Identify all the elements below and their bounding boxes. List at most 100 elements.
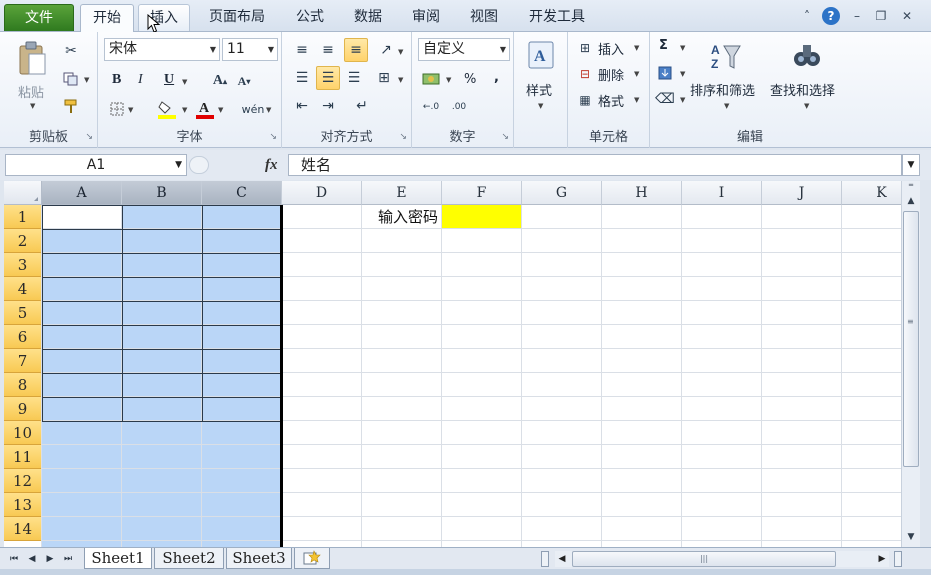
styles-icon[interactable]: A (526, 38, 556, 72)
alignment-launcher-icon[interactable]: ↘ (399, 132, 407, 142)
bordered-cell[interactable] (42, 349, 123, 374)
bordered-cell[interactable] (122, 205, 203, 230)
column-header-e[interactable]: E (362, 181, 442, 205)
bordered-cell[interactable] (122, 277, 203, 302)
insert-cells-icon[interactable]: ⊞ (576, 40, 594, 56)
scroll-down-icon[interactable]: ▼ (903, 529, 919, 545)
column-header-d[interactable]: D (282, 181, 362, 205)
paste-button[interactable]: 粘贴 (18, 82, 44, 101)
worksheet-grid[interactable]: ABCDEFGHIJK 1 2 3 4 5 6 7 8 9 10 11 12 13 14 输入密码 (4, 181, 901, 547)
sheet-tab-3[interactable]: Sheet3 (226, 548, 292, 569)
column-header-h[interactable]: H (602, 181, 682, 205)
row-header-9[interactable]: 9 (4, 397, 42, 421)
align-middle-icon[interactable]: ≡ (318, 40, 338, 60)
merge-center-dropdown-icon[interactable]: ▼ (398, 76, 403, 84)
format-cells-button[interactable]: 格式 (598, 91, 624, 110)
sort-filter-dropdown-icon[interactable]: ▼ (724, 102, 729, 110)
tab-insert[interactable]: 插入 (138, 4, 190, 31)
fill-color-icon[interactable] (156, 98, 178, 120)
row-header-13[interactable]: 13 (4, 493, 42, 517)
bordered-cell[interactable] (42, 253, 123, 278)
tab-home[interactable]: 开始 (80, 4, 134, 33)
tab-page-layout[interactable]: 页面布局 (198, 4, 276, 31)
horizontal-scrollbar[interactable]: ◀ ||| ▶ (555, 551, 889, 567)
currency-dropdown-icon[interactable]: ▼ (446, 76, 451, 84)
scroll-right-icon[interactable]: ▶ (875, 551, 889, 567)
number-launcher-icon[interactable]: ↘ (501, 132, 509, 142)
window-minimize-icon[interactable]: – (848, 7, 866, 25)
bordered-cell[interactable] (42, 205, 123, 230)
insert-cells-button[interactable]: 插入 (598, 39, 624, 58)
font-size-combo[interactable]: 11 ▼ (222, 38, 278, 61)
bordered-cell[interactable] (202, 397, 283, 422)
sort-filter-button[interactable]: 排序和筛选 (690, 80, 755, 99)
cut-icon[interactable]: ✂ (62, 42, 80, 60)
font-color-icon[interactable]: A (194, 98, 216, 120)
row-header-1[interactable]: 1 (4, 205, 42, 229)
bordered-cell[interactable] (202, 325, 283, 350)
help-icon[interactable]: ? (822, 7, 840, 25)
bordered-cell[interactable] (122, 349, 203, 374)
bordered-cell[interactable] (122, 373, 203, 398)
formula-input[interactable]: 姓名 (288, 154, 902, 176)
minimize-ribbon-icon[interactable]: ˄ (798, 7, 816, 25)
comma-button[interactable]: , (494, 70, 499, 85)
styles-dropdown-icon[interactable]: ▼ (538, 102, 543, 110)
delete-cells-dropdown-icon[interactable]: ▼ (634, 70, 639, 78)
sheet-tab-2[interactable]: Sheet2 (154, 548, 224, 569)
align-right-icon[interactable]: ☰ (344, 68, 364, 88)
tab-data[interactable]: 数据 (342, 4, 394, 31)
column-header-g[interactable]: G (522, 181, 602, 205)
copy-dropdown-icon[interactable]: ▼ (84, 76, 89, 84)
phonetic-dropdown-icon[interactable]: ▼ (266, 106, 271, 114)
format-cells-icon[interactable]: ▦ (576, 92, 594, 108)
row-header-3[interactable]: 3 (4, 253, 42, 277)
orientation-dropdown-icon[interactable]: ▼ (398, 48, 403, 56)
number-format-combo[interactable]: 自定义 ▼ (418, 38, 510, 61)
decrease-decimal-icon[interactable]: .00 (448, 98, 470, 116)
phonetic-icon[interactable]: wén (242, 98, 265, 120)
fill-color-dropdown-icon[interactable]: ▼ (182, 106, 187, 114)
bold-button[interactable]: B (112, 72, 121, 88)
bordered-cell[interactable] (42, 397, 123, 422)
autosum-dropdown-icon[interactable]: ▼ (680, 44, 685, 52)
format-painter-icon[interactable] (62, 98, 80, 116)
find-select-button[interactable]: 查找和选择 (770, 80, 835, 99)
currency-icon[interactable] (420, 70, 442, 88)
clear-icon[interactable]: ⌫ (655, 90, 675, 108)
formula-bar-expand-icon[interactable]: ▼ (902, 154, 920, 176)
number-format-dropdown-icon[interactable]: ▼ (500, 39, 506, 60)
hscroll-split-icon[interactable] (894, 551, 902, 567)
clear-dropdown-icon[interactable]: ▼ (680, 96, 685, 104)
bordered-cell[interactable] (202, 205, 283, 230)
autosum-button[interactable]: Σ (659, 38, 668, 53)
tab-view[interactable]: 视图 (458, 4, 510, 31)
vertical-scroll-thumb[interactable]: ≡ (903, 211, 919, 467)
grow-font-icon[interactable]: A ▴ (210, 72, 230, 90)
bordered-cell[interactable] (122, 325, 203, 350)
window-restore-icon[interactable]: ❐ (872, 7, 890, 25)
font-size-dropdown-icon[interactable]: ▼ (268, 39, 274, 60)
row-header-4[interactable]: 4 (4, 277, 42, 301)
name-box[interactable]: A1 ▼ (5, 154, 187, 176)
column-header-i[interactable]: I (682, 181, 762, 205)
column-header-c[interactable]: C (202, 181, 282, 205)
split-box-icon[interactable]: ═ (903, 181, 919, 189)
column-header-j[interactable]: J (762, 181, 842, 205)
align-top-icon[interactable]: ≡ (292, 40, 312, 60)
tab-review[interactable]: 审阅 (400, 4, 452, 31)
row-header-5[interactable]: 5 (4, 301, 42, 325)
italic-button[interactable]: I (138, 72, 143, 88)
borders-dropdown-icon[interactable]: ▼ (128, 106, 133, 114)
merge-center-icon[interactable]: ⊞ (374, 68, 394, 88)
align-center-icon[interactable]: ☰ (316, 66, 340, 90)
bordered-cell[interactable] (202, 229, 283, 254)
bordered-cell[interactable] (122, 397, 203, 422)
row-header-6[interactable]: 6 (4, 325, 42, 349)
bordered-cell[interactable] (202, 373, 283, 398)
sheet-tab-1[interactable]: Sheet1 (84, 548, 152, 569)
column-header-b[interactable]: B (122, 181, 202, 205)
vertical-scrollbar[interactable]: ═ ▲ ≡ ▼ (901, 181, 920, 547)
paste-dropdown-icon[interactable]: ▼ (30, 102, 35, 110)
font-name-combo[interactable]: 宋体 ▼ (104, 38, 220, 61)
